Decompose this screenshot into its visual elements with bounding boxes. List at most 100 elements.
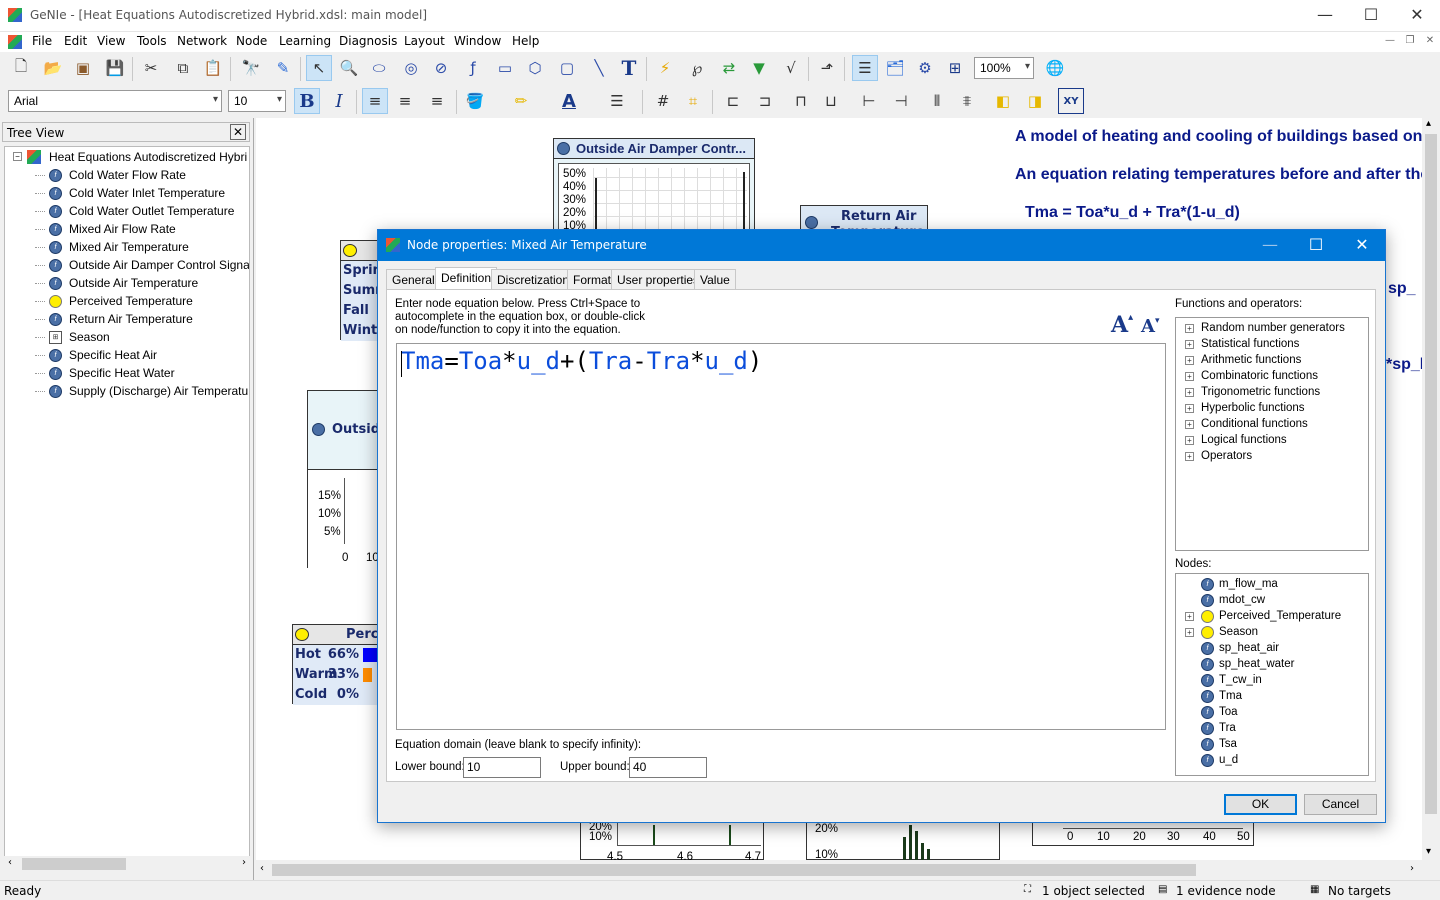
canvas-horizontal-scrollbar[interactable]: ‹ ›: [256, 862, 1422, 878]
menu-network[interactable]: Network: [177, 34, 227, 48]
node-list-item[interactable]: f Tra: [1176, 721, 1368, 737]
mdi-minimize-icon[interactable]: —: [1382, 35, 1398, 47]
scroll-down-icon[interactable]: ▾: [1426, 846, 1431, 857]
function-category[interactable]: + Conditional functions: [1176, 417, 1368, 433]
open-box-icon[interactable]: ▣: [70, 55, 96, 81]
function-category[interactable]: + Arithmetic functions: [1176, 353, 1368, 369]
tree-item[interactable]: f Cold Water Inlet Temperature: [5, 185, 249, 203]
align-center-nodes-icon[interactable]: ⊣: [888, 88, 914, 114]
align-left-icon[interactable]: ≡: [362, 88, 388, 114]
tab-general[interactable]: General: [386, 269, 441, 289]
function-category[interactable]: + Operators: [1176, 449, 1368, 465]
function-category[interactable]: + Logical functions: [1176, 433, 1368, 449]
close-icon[interactable]: ✕: [1394, 0, 1440, 32]
new-file-icon[interactable]: 🗋: [8, 55, 34, 81]
font-color-icon[interactable]: A: [556, 88, 582, 114]
cut-icon[interactable]: ✂: [138, 55, 164, 81]
expand-icon[interactable]: +: [1185, 340, 1194, 349]
tab-user-properties[interactable]: User properties: [611, 269, 706, 289]
tab-definition[interactable]: Definition: [435, 267, 498, 290]
tree-item[interactable]: f Mixed Air Temperature: [5, 239, 249, 257]
state-row[interactable]: Cold 0%: [293, 685, 383, 705]
scrollbar-thumb[interactable]: [272, 864, 1196, 876]
node-list-item[interactable]: f Tma: [1176, 689, 1368, 705]
node-list-item[interactable]: + Season: [1176, 625, 1368, 641]
text-note-equation[interactable]: Tma = Toa*u_d + Tra*(1-u_d): [1025, 204, 1240, 222]
tree-item[interactable]: f Specific Heat Air: [5, 347, 249, 365]
case-manager-icon[interactable]: 🗂: [882, 55, 908, 81]
mdi-restore-icon[interactable]: ❐: [1402, 35, 1418, 47]
tree-item[interactable]: f Supply (Discharge) Air Temperatur: [5, 383, 249, 401]
state-row[interactable]: Hot 66%: [293, 645, 383, 665]
menu-layout[interactable]: Layout: [404, 34, 445, 48]
submodel-tool-icon[interactable]: ▢: [554, 55, 580, 81]
globe-icon[interactable]: 🌐: [1042, 55, 1068, 81]
function-category[interactable]: + Random number generators: [1176, 321, 1368, 337]
find-icon[interactable]: 🔭: [238, 55, 264, 81]
scroll-left-icon[interactable]: ‹: [260, 863, 264, 874]
node-list-item[interactable]: f Toa: [1176, 705, 1368, 721]
tree-item[interactable]: Perceived Temperature: [5, 293, 249, 311]
distribute-horizontal-icon[interactable]: ⫴: [924, 88, 950, 114]
clear-evidence-icon[interactable]: ℘: [684, 55, 710, 81]
menu-learning[interactable]: Learning: [279, 34, 331, 48]
fill-color-icon[interactable]: 🪣: [462, 88, 488, 114]
functions-tree[interactable]: + Random number generators + Statistical fu…: [1175, 317, 1369, 551]
text-note-model-description[interactable]: A model of heating and cooling of buildi…: [1015, 128, 1422, 146]
minimize-icon[interactable]: —: [1302, 0, 1348, 32]
snap-grid-icon[interactable]: ⌗: [680, 88, 706, 114]
menu-help[interactable]: Help: [512, 34, 539, 48]
equation-node-tool-icon[interactable]: ƒ: [460, 55, 486, 81]
tab-discretization[interactable]: Discretization: [491, 269, 576, 289]
tree-item[interactable]: f Outside Air Temperature: [5, 275, 249, 293]
grid-icon[interactable]: #: [650, 88, 676, 114]
upper-bound-input[interactable]: 40: [629, 757, 707, 778]
node-perceived-temperature[interactable]: Perce Hot 66% Warm 33% Cold 0%: [292, 624, 387, 705]
canvas-vertical-scrollbar[interactable]: ▴ ▾: [1422, 118, 1440, 860]
tree-item[interactable]: f Mixed Air Flow Rate: [5, 221, 249, 239]
settings-gear-icon[interactable]: ⚙: [912, 55, 938, 81]
node-list-item[interactable]: f mdot_cw: [1176, 593, 1368, 609]
equation-editor[interactable]: Tma=Toa*u_d+(Tra-Tra*u_d): [396, 343, 1166, 730]
filter-icon[interactable]: ▼: [746, 55, 772, 81]
tree-item[interactable]: f Specific Heat Water: [5, 365, 249, 383]
node-list-item[interactable]: f sp_heat_air: [1176, 641, 1368, 657]
align-right-nodes-icon[interactable]: ⊐: [752, 88, 778, 114]
expand-icon[interactable]: +: [1185, 612, 1194, 621]
mdi-close-icon[interactable]: ✕: [1422, 35, 1438, 47]
node-list-item[interactable]: f m_flow_ma: [1176, 577, 1368, 593]
align-top-icon[interactable]: ⊓: [788, 88, 814, 114]
node-list-item[interactable]: f T_cw_in: [1176, 673, 1368, 689]
select-pointer-icon[interactable]: ↖: [306, 55, 332, 81]
expand-icon[interactable]: +: [1185, 436, 1194, 445]
state-row[interactable]: Warm 33%: [293, 665, 383, 685]
equation-text[interactable]: Tma=Toa*u_d+(Tra-Tra*u_d): [401, 347, 762, 377]
copy-icon[interactable]: ⧉: [170, 55, 196, 81]
align-center-icon[interactable]: ≡: [392, 88, 418, 114]
maximize-icon[interactable]: ☐: [1293, 230, 1339, 261]
function-category[interactable]: + Statistical functions: [1176, 337, 1368, 353]
node-list-item[interactable]: f u_d: [1176, 753, 1368, 769]
font-family-select[interactable]: Arial ▾: [8, 90, 222, 112]
menu-tools[interactable]: Tools: [137, 34, 167, 48]
collapse-icon[interactable]: −: [13, 152, 22, 161]
decrease-font-icon[interactable]: A▾: [1141, 316, 1160, 337]
text-tool-icon[interactable]: T: [616, 55, 642, 81]
pencil-icon[interactable]: ✎: [270, 55, 296, 81]
node-list-item[interactable]: f Tsa: [1176, 737, 1368, 753]
menu-diagnosis[interactable]: Diagnosis: [339, 34, 397, 48]
tree-horizontal-scrollbar[interactable]: ‹ ›: [4, 856, 250, 872]
document-icon[interactable]: [8, 35, 22, 49]
function-category[interactable]: + Hyperbolic functions: [1176, 401, 1368, 417]
cancel-button[interactable]: Cancel: [1304, 794, 1377, 815]
increase-font-icon[interactable]: A▴: [1111, 312, 1133, 338]
expand-icon[interactable]: +: [1185, 452, 1194, 461]
node-bottom-chart-2[interactable]: 20% 10%: [806, 820, 1000, 860]
save-icon[interactable]: 💾: [102, 55, 128, 81]
align-bottom-icon[interactable]: ⊔: [818, 88, 844, 114]
expand-icon[interactable]: +: [1185, 388, 1194, 397]
maximize-icon[interactable]: ☐: [1348, 0, 1394, 32]
noisy-node-tool-icon[interactable]: ⊘: [428, 55, 454, 81]
expand-icon[interactable]: +: [1185, 404, 1194, 413]
line-width-icon[interactable]: ☰: [604, 88, 630, 114]
